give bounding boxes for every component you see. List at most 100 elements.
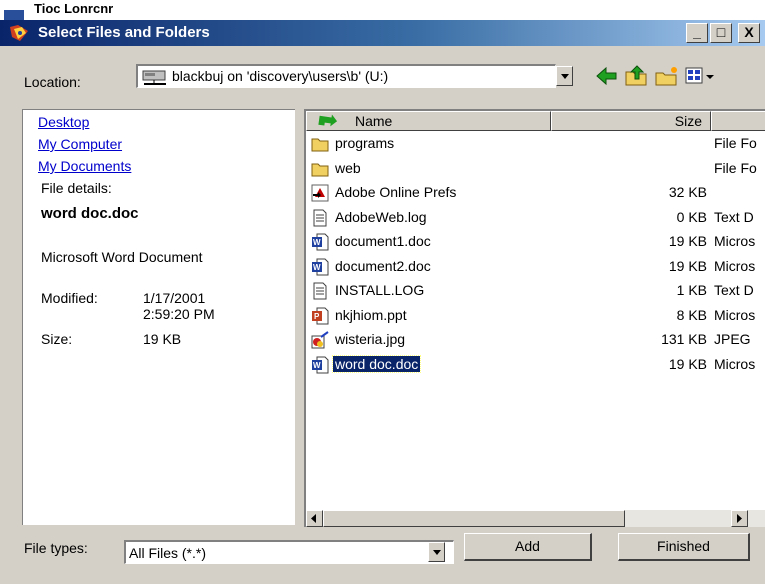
modified-time: 2:59:20 PM (143, 306, 215, 322)
file-type: JPEG (714, 331, 751, 347)
file-size: 32 KB (668, 184, 707, 200)
scroll-right-button[interactable] (731, 510, 748, 527)
image-file-icon (311, 331, 329, 349)
size-column-header[interactable]: Size (551, 111, 711, 131)
folder-icon (311, 163, 329, 176)
file-name: programs (335, 135, 395, 151)
file-row[interactable]: Wdocument1.doc 19 KB Micros (306, 230, 765, 254)
up-folder-icon[interactable] (624, 64, 650, 88)
file-name: INSTALL.LOG (335, 282, 425, 298)
file-row[interactable]: INSTALL.LOG 1 KB Text D (306, 279, 765, 303)
file-row[interactable]: web File Fo (306, 157, 765, 181)
file-details-heading: File details: (41, 180, 112, 196)
file-name: wisteria.jpg (335, 331, 406, 347)
svg-text:P: P (314, 312, 320, 321)
svg-text:W: W (313, 263, 321, 272)
location-combobox[interactable]: blackbuj on 'discovery\users\b' (U:) (136, 64, 556, 88)
maximize-button[interactable]: □ (710, 23, 732, 43)
file-types-label: File types: (24, 540, 88, 556)
new-folder-icon[interactable] (654, 64, 680, 88)
background-window-strip: Tioc Lonrcnr (0, 0, 765, 20)
my-computer-link[interactable]: My Computer (38, 136, 122, 152)
file-type: File Fo (714, 159, 757, 176)
background-window-title: Tioc Lonrcnr (34, 1, 114, 16)
file-name: AdobeWeb.log (335, 208, 427, 225)
svg-text:W: W (313, 238, 321, 247)
file-row[interactable]: wisteria.jpg 131 KB JPEG (306, 328, 765, 352)
modified-label: Modified: (41, 290, 98, 306)
scroll-left-button[interactable] (306, 510, 323, 527)
title-bar[interactable]: Select Files and Folders _ □ X (0, 20, 765, 46)
file-row[interactable]: Wdocument2.doc 19 KB Micros (306, 255, 765, 279)
file-name: document1.doc (335, 233, 431, 249)
file-type: Micros (714, 233, 756, 249)
file-size: 0 KB (676, 208, 707, 225)
file-name: document2.doc (335, 257, 431, 274)
file-type: Micros (714, 355, 756, 372)
finished-button[interactable]: Finished (618, 533, 750, 561)
file-name: nkjhiom.ppt (335, 306, 407, 323)
back-arrow-icon[interactable] (594, 64, 620, 88)
view-menu-icon[interactable] (684, 64, 718, 88)
modified-date: 1/17/2001 (143, 290, 206, 306)
file-size: 8 KB (676, 306, 707, 323)
word-doc-icon: W (312, 233, 329, 251)
text-file-icon (313, 209, 327, 226)
size-value: 19 KB (143, 331, 182, 347)
svg-text:W: W (313, 361, 321, 370)
file-size: 19 KB (668, 355, 707, 372)
size-column-label: Size (674, 113, 702, 129)
file-details-panel: Desktop My Computer My Documents File de… (22, 109, 295, 525)
location-value: blackbuj on 'discovery\users\b' (U:) (172, 68, 389, 84)
add-button[interactable]: Add (464, 533, 592, 561)
minimize-button[interactable]: _ (686, 23, 708, 43)
file-row[interactable]: Wword doc.doc 19 KB Micros (306, 353, 765, 377)
file-name: web (335, 159, 361, 176)
powerpoint-icon: P (312, 307, 329, 324)
file-types-value: All Files (*.*) (129, 545, 207, 561)
folder-icon (311, 138, 329, 152)
green-arrow-icon (318, 114, 338, 127)
file-type: File Fo (714, 135, 757, 151)
file-row[interactable]: Pnkjhiom.ppt 8 KB Micros (306, 304, 765, 328)
file-types-combobox[interactable]: All Files (*.*) (124, 540, 454, 564)
file-type: Text D (714, 282, 754, 298)
type-column-header[interactable] (711, 111, 765, 131)
location-label: Location: (24, 74, 81, 90)
dialog-title: Select Files and Folders (38, 24, 210, 41)
background-app-icon (4, 10, 24, 20)
my-documents-link[interactable]: My Documents (38, 158, 131, 174)
file-type: Micros (714, 306, 756, 323)
file-type: Micros (714, 257, 756, 274)
right-arrow-icon (737, 514, 742, 523)
file-name: word doc.doc (331, 354, 422, 373)
network-drive-icon (142, 70, 166, 85)
file-types-dropdown-button[interactable] (428, 542, 445, 562)
file-row[interactable]: Adobe Online Prefs 32 KB (306, 181, 765, 205)
selected-file-name: word doc.doc (41, 205, 139, 222)
location-dropdown-button[interactable] (556, 66, 573, 86)
word-doc-icon: W (312, 258, 329, 275)
text-file-icon (313, 282, 327, 300)
selected-file-type: Microsoft Word Document (41, 249, 203, 265)
scrollbar-thumb[interactable] (323, 510, 625, 527)
select-files-dialog: Select Files and Folders _ □ X Location:… (0, 20, 765, 584)
file-size: 131 KB (661, 331, 707, 347)
horizontal-scrollbar[interactable] (306, 510, 765, 527)
file-size: 19 KB (668, 257, 707, 274)
desktop-link[interactable]: Desktop (38, 114, 89, 130)
file-list[interactable]: Name Size programs File Fo web File Fo Adobe… (304, 109, 765, 527)
left-arrow-icon (311, 514, 316, 523)
file-name: Adobe Online Prefs (335, 184, 457, 200)
name-column-label: Name (355, 113, 393, 129)
app-icon (10, 25, 28, 41)
file-size: 1 KB (676, 282, 707, 298)
name-column-header[interactable]: Name (306, 111, 551, 131)
shortcut-icon (311, 184, 329, 202)
file-row[interactable]: AdobeWeb.log 0 KB Text D (306, 206, 765, 230)
file-type: Text D (714, 208, 754, 225)
file-row[interactable]: programs File Fo (306, 132, 765, 156)
close-button[interactable]: X (738, 23, 760, 43)
file-size: 19 KB (668, 233, 707, 249)
size-label: Size: (41, 331, 73, 347)
